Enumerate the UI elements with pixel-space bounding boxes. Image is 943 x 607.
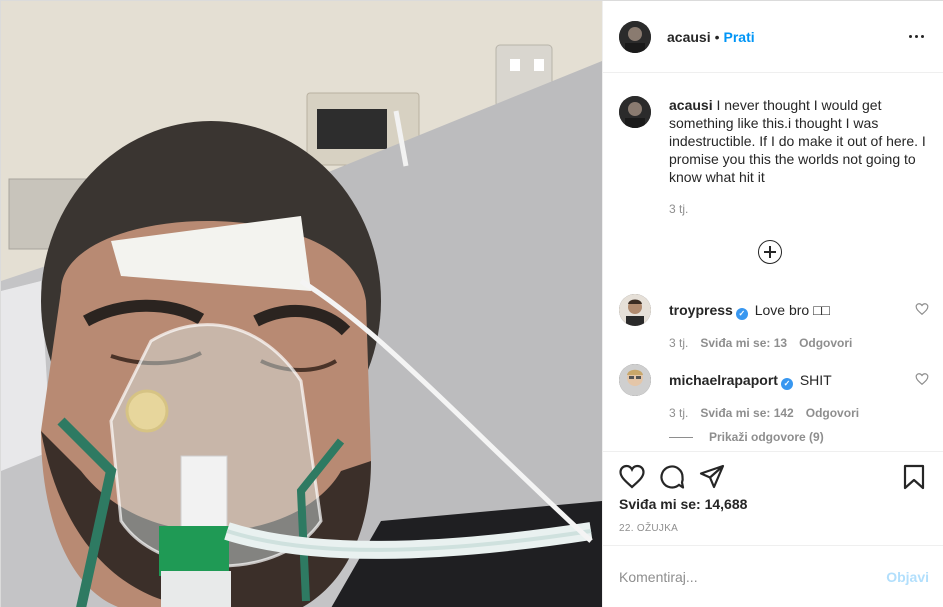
comments-section[interactable]: acausi I never thought I would get somet…: [603, 74, 943, 451]
post-side-panel: acausi • Prati acausi I never thought I …: [602, 1, 943, 607]
separator-dot: •: [714, 28, 720, 45]
comment-body: troypress ✓ Love bro □□: [669, 301, 915, 320]
post-caption: acausi I never thought I would get somet…: [619, 96, 929, 186]
post-actions: Sviđa mi se: 14,688 22. OŽUJKA: [603, 451, 943, 545]
avatar[interactable]: [619, 364, 651, 396]
comment-text: Love bro □□: [754, 302, 830, 318]
caption-timestamp[interactable]: 3 tj.: [669, 202, 688, 216]
comment-item: troypress ✓ Love bro □□ 3 tj. Sviđa mi se…: [619, 294, 929, 350]
heart-icon[interactable]: [915, 372, 929, 386]
action-icons: [619, 464, 929, 490]
more-options-icon[interactable]: [904, 25, 928, 49]
reply-button[interactable]: Odgovori: [799, 336, 852, 350]
verified-badge-icon: ✓: [735, 308, 748, 320]
comment-username[interactable]: michaelrapaport: [669, 372, 778, 388]
caption-username[interactable]: acausi: [669, 97, 713, 113]
comment-timestamp[interactable]: 3 tj.: [669, 406, 688, 420]
comment-body: michaelrapaport ✓ SHIT: [669, 371, 915, 390]
likes-count[interactable]: Sviđa mi se: 14,688: [619, 496, 747, 512]
heart-icon[interactable]: [619, 464, 645, 490]
post-header: acausi • Prati: [603, 1, 943, 73]
likes-label: Sviđa mi se:: [619, 496, 701, 512]
post-photo[interactable]: [1, 1, 602, 607]
comment-icon[interactable]: [659, 464, 685, 490]
view-replies-label: Prikaži odgovore (9): [709, 430, 824, 444]
comment-likes[interactable]: Sviđa mi se: 13: [700, 336, 787, 350]
comment-username[interactable]: troypress: [669, 302, 733, 318]
comment-meta: 3 tj. Sviđa mi se: 13 Odgovori: [669, 336, 929, 350]
comment-text: SHIT: [799, 372, 832, 388]
caption-body: acausi I never thought I would get somet…: [669, 96, 929, 186]
follow-button[interactable]: Prati: [724, 29, 755, 45]
bookmark-icon[interactable]: [901, 464, 927, 490]
add-comment-bar: Objavi: [603, 545, 943, 607]
view-replies-button[interactable]: Prikaži odgovore (9): [669, 430, 824, 444]
verified-badge-icon: ✓: [780, 378, 793, 390]
avatar[interactable]: [619, 96, 651, 128]
reply-button[interactable]: Odgovori: [806, 406, 859, 420]
heart-icon[interactable]: [915, 302, 929, 316]
avatar[interactable]: [619, 20, 651, 53]
comment-likes[interactable]: Sviđa mi se: 142: [700, 406, 793, 420]
comment-timestamp[interactable]: 3 tj.: [669, 336, 688, 350]
comment-meta: 3 tj. Sviđa mi se: 142 Odgovori: [669, 406, 929, 420]
post-author-username[interactable]: acausi: [667, 29, 711, 45]
comment-input[interactable]: [619, 569, 887, 585]
plus-circle-icon[interactable]: [758, 240, 782, 264]
post-comment-button[interactable]: Objavi: [886, 569, 929, 585]
view-replies-line: [669, 436, 693, 438]
post-image: [1, 1, 602, 607]
avatar[interactable]: [619, 294, 651, 326]
post-dialog: acausi • Prati acausi I never thought I …: [0, 0, 943, 607]
post-date[interactable]: 22. OŽUJKA: [619, 523, 678, 534]
comment-item: michaelrapaport ✓ SHIT 3 tj. Sviđa mi se:…: [619, 364, 929, 420]
share-icon[interactable]: [699, 464, 725, 490]
likes-number: 14,688: [704, 496, 748, 512]
